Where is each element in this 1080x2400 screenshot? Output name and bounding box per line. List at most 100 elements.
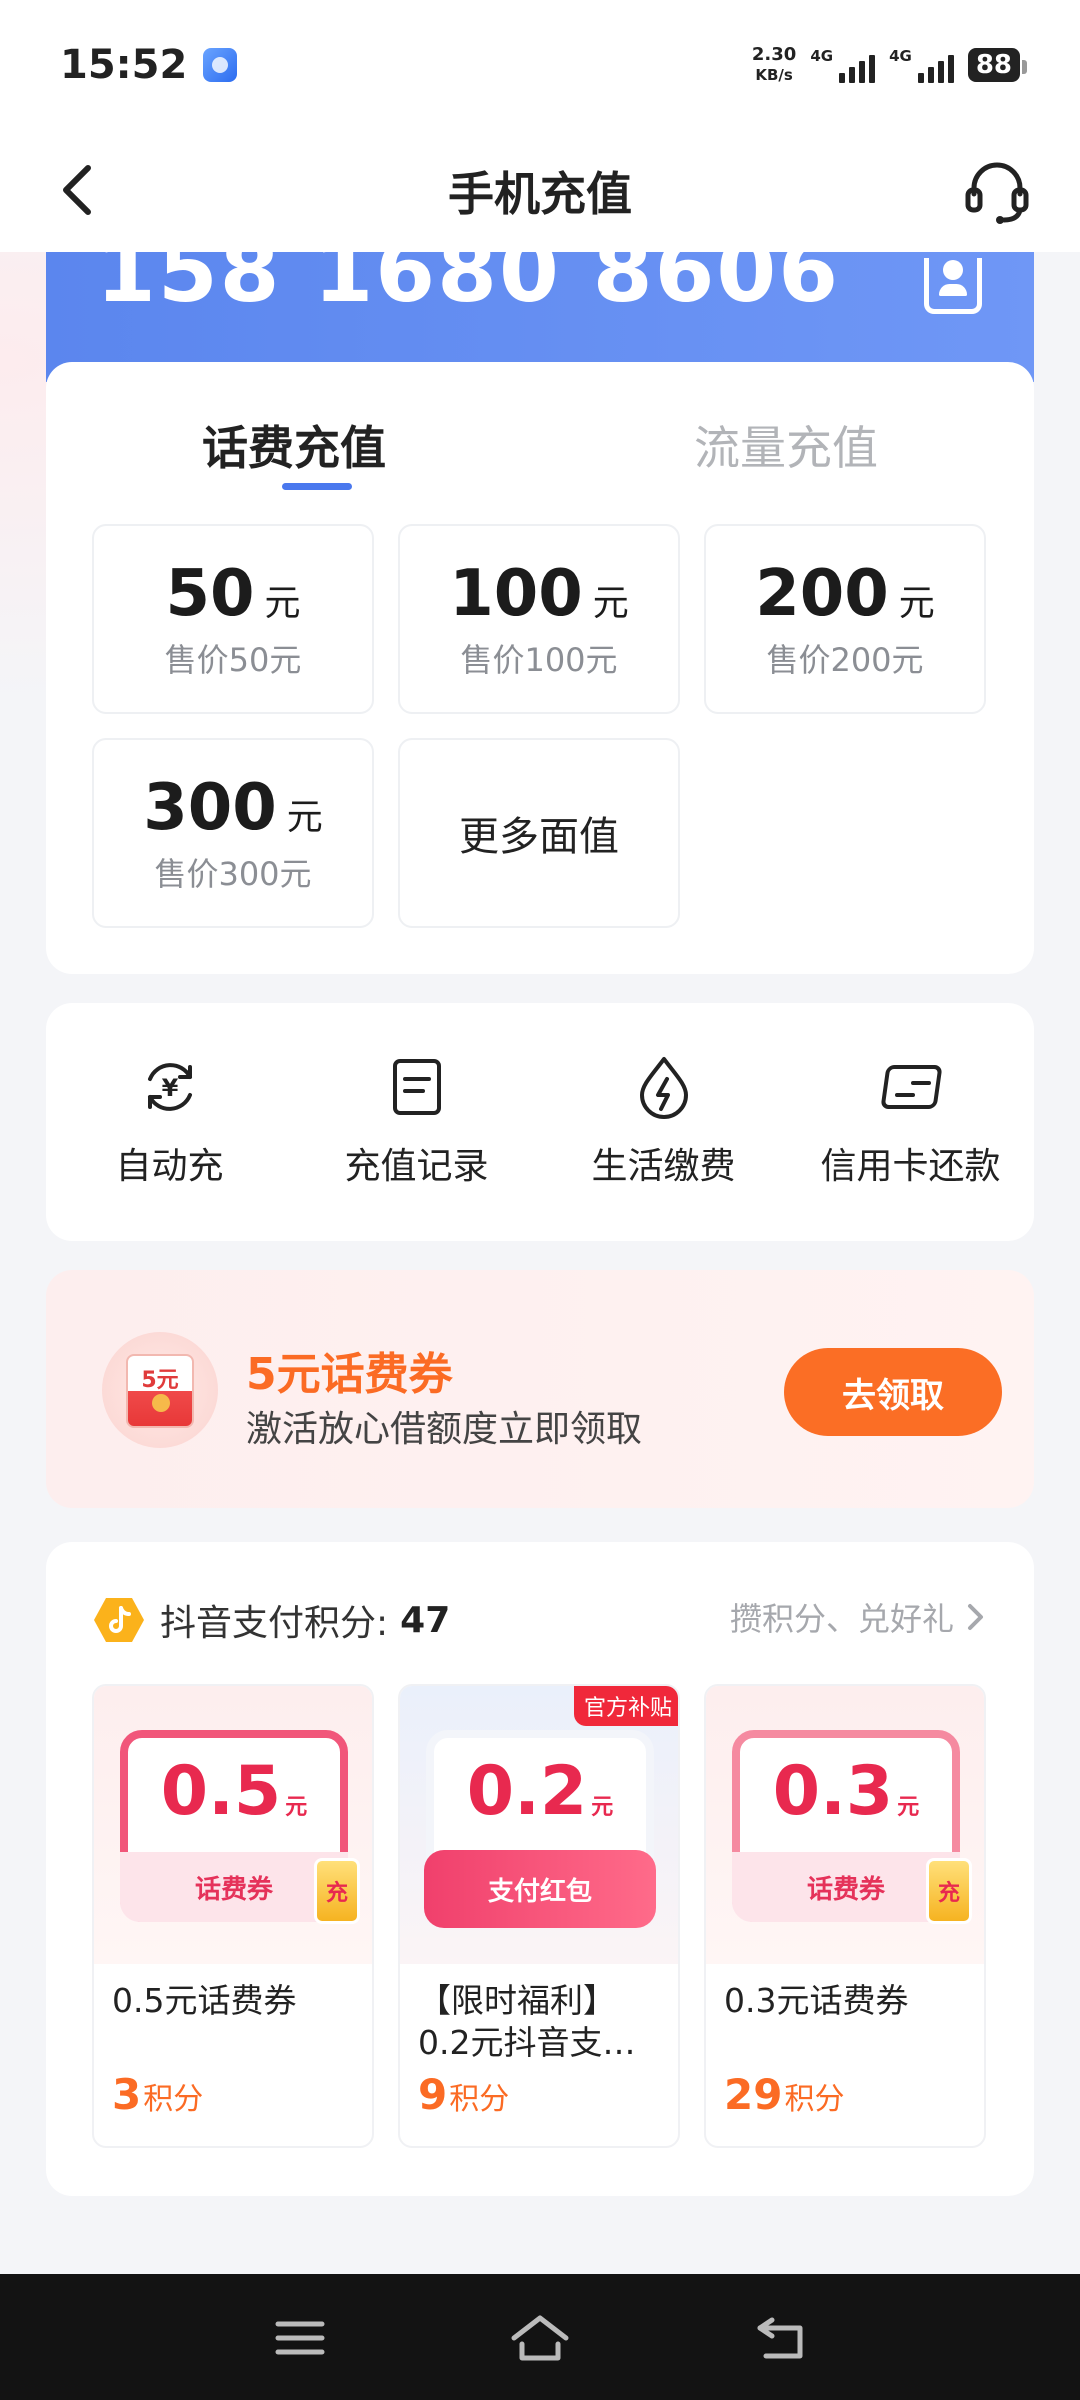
points-value: 47: [400, 1599, 451, 1641]
coupon-band-label: 话费券: [194, 1874, 273, 1905]
amount-value: 100: [449, 557, 583, 631]
product-image: 0.5 元 话费券 充: [94, 1686, 372, 1964]
amount-unit: 元: [898, 583, 935, 624]
recharge-badge-icon: 充: [314, 1858, 360, 1924]
product-title: 0.3元话费券: [724, 1981, 909, 2020]
page-title: 手机充值: [448, 167, 632, 221]
coupon-value: 0.5: [160, 1752, 282, 1831]
headset-icon[interactable]: [962, 156, 1032, 226]
auto-recharge-icon: ¥: [147, 1063, 192, 1111]
service-recharge-record[interactable]: 充值记录: [293, 1003, 540, 1241]
service-label: 信用卡还款: [820, 1146, 1001, 1187]
coupon-unit: 元: [897, 1795, 920, 1820]
price-value: 29: [724, 2070, 783, 2119]
points-product-card[interactable]: 0.3 元 话费券 充 0.3元话费券 29 积分: [704, 1684, 986, 2148]
phone-number[interactable]: 158 1680 8606: [96, 252, 840, 322]
active-tab-indicator: [282, 483, 352, 490]
coupon-unit: 元: [285, 1795, 308, 1820]
product-image: 0.2 元 支付红包 官方补贴: [400, 1686, 678, 1964]
coupon-band-label: 话费券: [806, 1874, 885, 1905]
price-unit: 积分: [449, 2082, 510, 2117]
price-unit: 积分: [143, 2082, 204, 2117]
utility-payment-icon: [639, 1057, 688, 1119]
nav-bar: 手机充值: [0, 130, 1080, 252]
network-speed: 2.30 KB/s: [752, 45, 796, 85]
tab-data-recharge[interactable]: 流量充值: [694, 412, 878, 478]
badge-label: 充: [937, 1881, 960, 1906]
coupon-graphic: 0.5 元 话费券 充: [120, 1730, 360, 1924]
chevron-left-icon[interactable]: [50, 160, 110, 220]
service-utility-payment[interactable]: 生活缴费: [540, 1003, 787, 1241]
battery-icon: 88: [967, 48, 1028, 82]
amount-value: 300: [143, 771, 277, 845]
coupon-value: 0.3: [772, 1752, 894, 1831]
service-label: 充值记录: [344, 1146, 489, 1187]
product-image: 0.3 元 话费券 充: [706, 1686, 984, 1964]
claim-coupon-button[interactable]: 去领取: [784, 1348, 1002, 1436]
coupon-band-label: 支付红包: [487, 1876, 592, 1907]
back-arrow-icon[interactable]: [752, 2310, 812, 2366]
coupon-graphic: 0.2 元 支付红包: [424, 1730, 656, 1928]
menu-icon[interactable]: [270, 2310, 330, 2366]
amount-option-200[interactable]: 200 元 售价200元: [704, 524, 986, 714]
price-unit: 积分: [784, 2082, 845, 2117]
home-icon[interactable]: [510, 2310, 570, 2366]
douyin-points-icon: [94, 1598, 144, 1642]
signal-icon: 4G: [889, 47, 954, 83]
credit-card-icon: [880, 1065, 942, 1109]
service-label: 生活缴费: [591, 1146, 736, 1187]
amount-unit: 元: [264, 583, 301, 624]
amount-option-50[interactable]: 50 元 售价50元: [92, 524, 374, 714]
amount-unit: 元: [592, 583, 629, 624]
recharge-card: 话费充值 流量充值 50 元 售价50元 100 元 售价100元 200 元 …: [46, 362, 1034, 974]
amount-price: 售价50元: [164, 641, 302, 679]
signal-type-label: 4G: [889, 47, 912, 65]
points-product-card[interactable]: 0.2元 支付红包 官方补贴 【限时福利】0.2元抖音支付红包 9 积分: [398, 1684, 680, 2148]
amount-value: 50: [165, 557, 255, 631]
price-value: 9: [418, 2070, 448, 2119]
product-price: 9 积分: [418, 2070, 509, 2119]
more-amounts-label: 更多面值: [459, 814, 619, 860]
service-credit-card[interactable]: 信用卡还款: [787, 1003, 1034, 1241]
status-bar: 15:52 2.30 KB/s 4G 4G 88: [0, 0, 1080, 130]
product-title: 0.5元话费券: [112, 1981, 297, 2020]
amount-unit: 元: [286, 797, 323, 838]
official-subsidy-tag: 官方补贴: [573, 1686, 678, 1726]
product-price: 29 积分: [724, 2070, 844, 2119]
amount-price: 售价200元: [766, 641, 924, 679]
record-icon: [392, 1059, 441, 1115]
service-auto-recharge[interactable]: ¥ 自动充: [46, 1003, 293, 1241]
network-speed-unit: KB/s: [755, 66, 793, 84]
network-speed-value: 2.30: [751, 44, 797, 65]
coupon-unit: 元: [591, 1795, 614, 1820]
system-nav-bar: [0, 2274, 1080, 2400]
recharge-tabs: 话费充值 流量充值: [46, 362, 1034, 492]
amount-option-300[interactable]: 300 元 售价300元: [92, 738, 374, 928]
earn-points-label: 攒积分、兑好礼: [729, 1600, 954, 1638]
points-product-card[interactable]: 0.5 元 话费券 充 0.5元话费券 3 积分: [92, 1684, 374, 2148]
amount-price: 售价100元: [460, 641, 618, 679]
earn-points-link[interactable]: 攒积分、兑好礼: [730, 1594, 986, 1640]
signal-type-label: 4G: [810, 47, 834, 65]
red-envelope-icon: 5元: [102, 1332, 218, 1448]
status-time: 15:52: [60, 42, 188, 88]
service-label: 自动充: [115, 1146, 224, 1187]
promo-title: 5元话费券: [246, 1349, 453, 1400]
more-amounts-button[interactable]: 更多面值: [398, 738, 680, 928]
status-indicators: 2.30 KB/s 4G 4G 88: [752, 45, 1028, 85]
points-header: 抖音支付积分: 47: [94, 1594, 450, 1646]
amount-price: 售价300元: [154, 855, 312, 893]
svg-text:¥: ¥: [161, 1074, 178, 1102]
envelope-label: 5元: [141, 1368, 179, 1393]
quick-services: ¥ 自动充 充值记录 生活缴费 信用卡还款: [46, 1003, 1034, 1241]
price-value: 3: [112, 2070, 142, 2119]
amount-value: 200: [755, 557, 889, 631]
contact-card-icon[interactable]: [924, 258, 982, 314]
amount-option-100[interactable]: 100 元 售价100元: [398, 524, 680, 714]
coupon-graphic: 0.3 元 话费券 充: [732, 1730, 972, 1924]
signal-icon: 4G: [810, 47, 876, 83]
chevron-right-icon: [968, 1604, 983, 1630]
tab-phone-bill[interactable]: 话费充值: [202, 412, 386, 478]
product-title: 【限时福利】0.2元抖音支付红包: [418, 1981, 636, 2062]
coupon-promo-banner[interactable]: 5元 5元话费券 激活放心借额度立即领取 去领取: [46, 1270, 1034, 1508]
